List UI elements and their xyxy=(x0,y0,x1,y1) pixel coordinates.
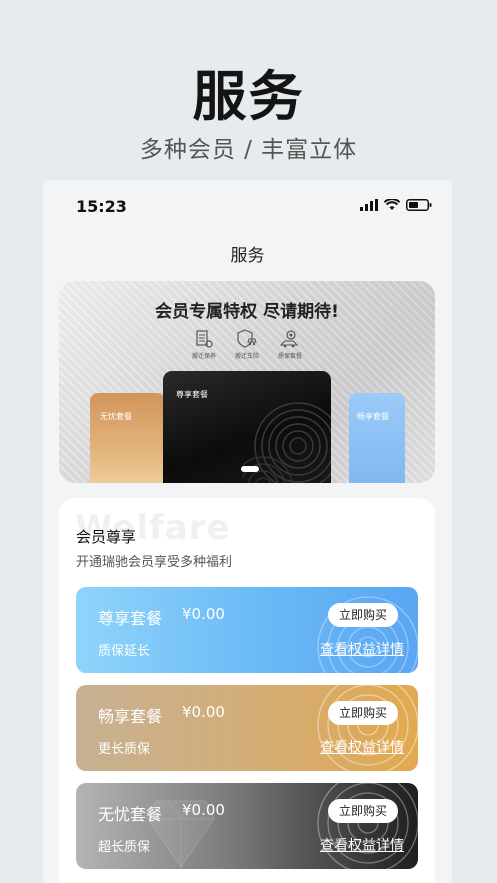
rings-decoration xyxy=(317,685,418,771)
package-name: 尊享套餐 xyxy=(98,609,163,628)
building-icon xyxy=(196,330,213,348)
carousel-indicator[interactable] xyxy=(241,466,259,472)
feature-label: 质保套餐 xyxy=(277,353,302,360)
battery-icon xyxy=(406,199,432,211)
rings-decoration xyxy=(317,783,418,869)
banner-title: 会员专属特权 尽请期待! xyxy=(155,302,339,322)
gear-car-icon xyxy=(279,330,299,348)
package-price: ¥0.00 xyxy=(182,703,225,721)
buy-now-button[interactable]: 立即购买 xyxy=(328,603,398,627)
wifi-icon xyxy=(384,199,400,210)
card-label: 尊享套餐 xyxy=(176,390,208,399)
membership-panel: Welfare 会员尊享 开通瑞驰会员享受多种福利 尊享套餐 ¥0.00 质保延… xyxy=(59,498,435,883)
status-time: 15:23 xyxy=(76,197,127,216)
package-card-smooth[interactable]: 畅享套餐 ¥0.00 更长质保 立即购买 查看权益详情 xyxy=(76,685,418,771)
card-smooth: 畅享套餐 xyxy=(349,393,405,483)
hero-subtitle: 多种会员 / 丰富立体 xyxy=(139,137,358,163)
card-label: 畅享套餐 xyxy=(357,412,389,421)
status-icons xyxy=(360,199,432,211)
package-name: 无忧套餐 xyxy=(98,805,163,824)
package-note: 超长质保 xyxy=(98,840,151,855)
hero-title: 服务 xyxy=(192,65,305,128)
package-price: ¥0.00 xyxy=(182,605,225,623)
phone-screen: 15:23 服务 会员专属特权 尽请期待! 搬迁保养 搬迁车险 质保套餐 无忧套… xyxy=(43,180,452,883)
buy-now-button[interactable]: 立即购买 xyxy=(328,701,398,725)
rings-decoration xyxy=(317,596,418,673)
nav-title: 服务 xyxy=(230,246,265,266)
package-card-worry-free[interactable]: 无忧套餐 ¥0.00 超长质保 立即购买 查看权益详情 xyxy=(76,783,418,869)
card-label: 无忧套餐 xyxy=(100,412,132,421)
feature-warranty: 质保套餐 xyxy=(265,329,315,360)
view-details-link[interactable]: 查看权益详情 xyxy=(320,639,404,659)
package-card-premium[interactable]: 尊享套餐 ¥0.00 质保延长 立即购买 查看权益详情 xyxy=(76,587,418,673)
signal-icon xyxy=(360,199,378,211)
card-worry-free: 无忧套餐 xyxy=(90,393,165,483)
promo-banner[interactable]: 会员专属特权 尽请期待! 搬迁保养 搬迁车险 质保套餐 无忧套餐 畅享套餐 尊享… xyxy=(59,281,435,483)
package-price: ¥0.00 xyxy=(182,801,225,819)
section-subtitle: 开通瑞驰会员享受多种福利 xyxy=(76,555,233,570)
package-name: 畅享套餐 xyxy=(98,707,163,726)
section-title: 会员尊享 xyxy=(76,528,137,546)
package-note: 更长质保 xyxy=(98,742,151,757)
buy-now-button[interactable]: 立即购买 xyxy=(328,799,398,823)
shield-car-icon xyxy=(237,329,257,348)
package-note: 质保延长 xyxy=(98,644,151,659)
view-details-link[interactable]: 查看权益详情 xyxy=(320,737,404,757)
view-details-link[interactable]: 查看权益详情 xyxy=(320,835,404,855)
